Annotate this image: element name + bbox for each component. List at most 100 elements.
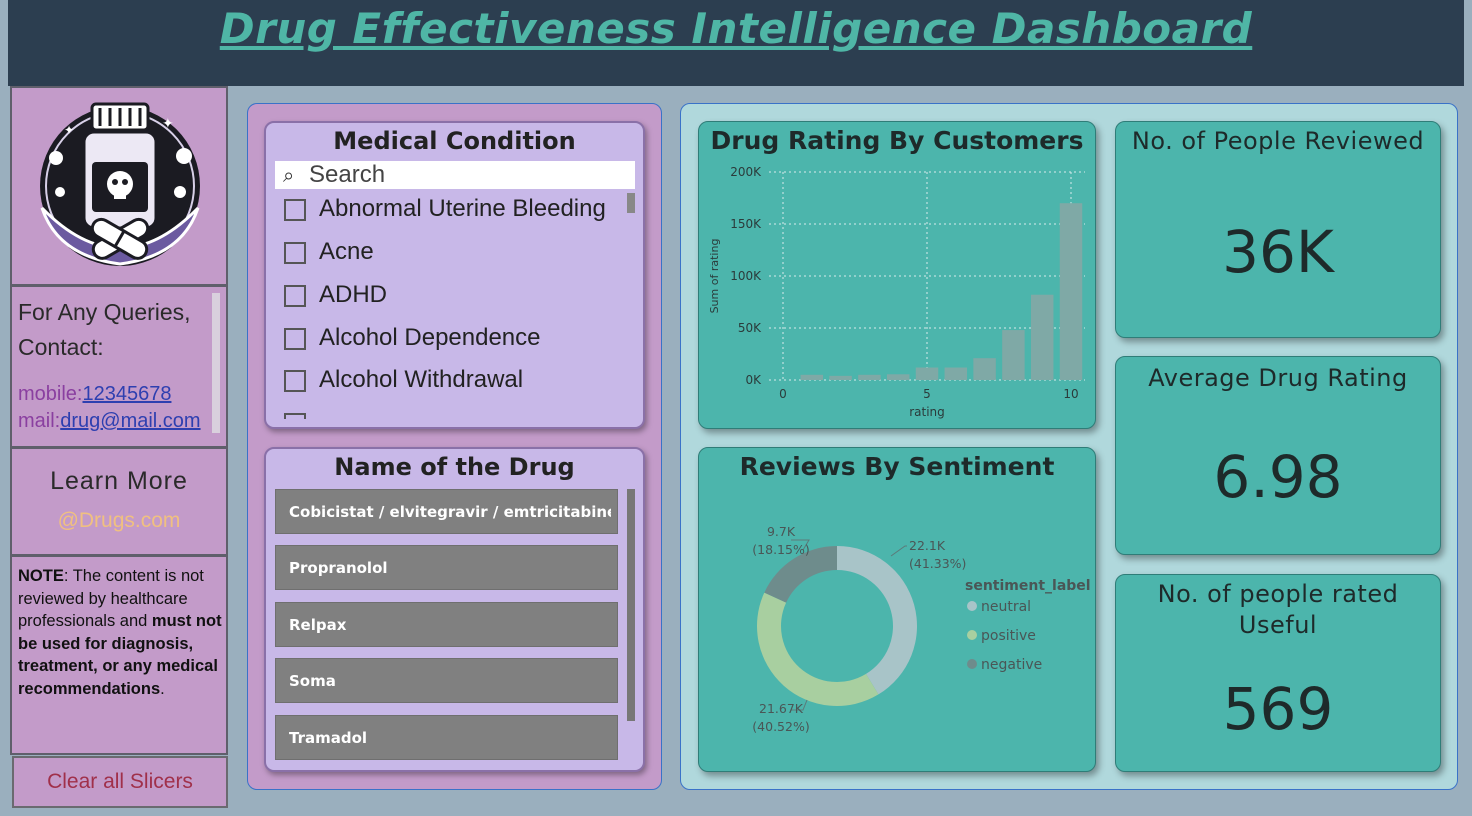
condition-item[interactable]: Alcohol Dependence xyxy=(284,324,624,358)
y-axis-label: Sum of rating xyxy=(708,239,721,314)
drug-label: Cobicistat / elvitegravir / emtricitabin… xyxy=(289,503,611,521)
header-bar: Drug Effectiveness Intelligence Dashboar… xyxy=(8,0,1464,86)
condition-label: Abnormal Uterine Bleeding xyxy=(319,195,606,222)
donut-slice-positive xyxy=(757,592,879,706)
svg-text:✦: ✦ xyxy=(64,123,74,137)
condition-list: Abnormal Uterine Bleeding Acne ADHD Alco… xyxy=(266,191,626,419)
donut-slice-neutral xyxy=(837,546,917,695)
legend-marker xyxy=(967,659,977,669)
contact-heading: For Any Queries, Contact: xyxy=(18,299,191,360)
drug-item[interactable]: Relpax xyxy=(275,602,618,647)
contact-panel: For Any Queries, Contact: mobile:1234567… xyxy=(10,285,228,448)
logo-panel: ✦ ✦ xyxy=(10,86,228,286)
x-tick-label: 0 xyxy=(779,387,787,401)
drug-name-slicer: Name of the Drug Cobicistat / elvitegrav… xyxy=(264,447,645,772)
bar xyxy=(1030,294,1054,380)
contact-scrollbar[interactable] xyxy=(212,293,220,433)
note-panel: NOTE: The content is not reviewed by hea… xyxy=(10,555,228,755)
mail-label: mail: xyxy=(18,410,61,432)
checkbox[interactable] xyxy=(284,285,306,307)
condition-item-partial[interactable] xyxy=(284,409,624,419)
search-placeholder: Search xyxy=(309,161,386,188)
bar xyxy=(829,375,852,380)
clear-slicers-button[interactable]: Clear all Slicers xyxy=(12,756,228,808)
condition-search-input[interactable]: ⌕ Search xyxy=(275,161,635,189)
x-tick-label: 5 xyxy=(923,387,931,401)
mobile-line: mobile:12345678 xyxy=(18,383,171,406)
legend-marker xyxy=(967,630,977,640)
condition-item[interactable]: ADHD xyxy=(284,281,624,315)
legend-title: sentiment_label xyxy=(965,578,1091,594)
sentiment-donut-chart: 22.1K (41.33%) 21.67K (40.52%) 9.7K (18.15%) s… xyxy=(752,524,1091,734)
kpi-label: Average Drug Rating xyxy=(1148,364,1408,392)
drug-name-title: Name of the Drug xyxy=(334,453,575,481)
bar xyxy=(1002,330,1025,380)
y-tick-label: 0K xyxy=(745,373,762,387)
checkbox[interactable] xyxy=(284,242,306,264)
search-icon: ⌕ xyxy=(283,163,295,187)
data-label-value: 9.7K xyxy=(767,524,796,539)
condition-label: ADHD xyxy=(319,281,388,308)
mobile-link[interactable]: 12345678 xyxy=(82,383,171,405)
condition-item[interactable]: Alcohol Withdrawal xyxy=(284,366,624,400)
drugs-com-link[interactable]: @Drugs.com xyxy=(12,509,226,533)
learn-more-panel: Learn More @Drugs.com xyxy=(10,447,228,556)
data-label-value: 21.67K xyxy=(759,701,804,716)
kpi-people-reviewed: No. of People Reviewed 36K xyxy=(1115,121,1441,338)
x-tick-label: 10 xyxy=(1063,387,1078,401)
mobile-label: mobile: xyxy=(18,383,83,405)
checkbox[interactable] xyxy=(284,413,306,419)
kpi-label: No. of People Reviewed xyxy=(1131,127,1425,155)
drug-label: Relpax xyxy=(289,616,347,634)
bar xyxy=(1059,203,1083,380)
checkbox[interactable] xyxy=(284,199,306,221)
drug-scrollbar[interactable] xyxy=(627,489,635,721)
medical-condition-title: Medical Condition xyxy=(333,127,576,155)
kpi-rated-useful: No. of people rated Useful 569 xyxy=(1115,574,1441,772)
drug-label: Soma xyxy=(289,672,336,690)
y-tick-label: 100K xyxy=(730,269,762,283)
condition-item[interactable]: Abnormal Uterine Bleeding xyxy=(284,195,624,229)
data-label-percent: (18.15%) xyxy=(752,542,809,557)
leader-line xyxy=(890,545,907,557)
mail-line: mail:drug@mail.com xyxy=(18,410,201,433)
clear-slicers-label: Clear all Slicers xyxy=(47,770,193,793)
data-label-percent: (40.52%) xyxy=(752,719,809,734)
drug-item[interactable]: Propranolol xyxy=(275,545,618,590)
condition-scrollbar[interactable] xyxy=(627,193,635,213)
condition-label: Alcohol Dependence xyxy=(319,324,541,351)
disclaimer-note: NOTE: The content is not reviewed by hea… xyxy=(18,565,224,700)
bar xyxy=(800,374,824,380)
kpi-average-rating: Average Drug Rating 6.98 xyxy=(1115,356,1441,555)
checkbox[interactable] xyxy=(284,370,306,392)
medical-condition-slicer: Medical Condition ⌕ Search Abnormal Uter… xyxy=(264,121,645,429)
learn-more-heading: Learn More xyxy=(50,467,188,495)
svg-text:✦: ✦ xyxy=(162,116,174,132)
kpi-value: 569 xyxy=(1222,675,1334,743)
legend-marker xyxy=(967,601,977,611)
drug-bottle-logo: ✦ ✦ xyxy=(40,102,200,266)
mail-link[interactable]: drug@mail.com xyxy=(60,410,200,432)
condition-label: Alcohol Withdrawal xyxy=(319,366,524,393)
data-label-value: 22.1K xyxy=(909,538,946,553)
kpi-label-line1: No. of people rated xyxy=(1157,580,1399,608)
rating-chart-card: Drug Rating By Customers 0K 50K 100K 150K 20… xyxy=(698,121,1096,429)
bar xyxy=(858,374,881,380)
drug-item[interactable]: Soma xyxy=(275,658,618,703)
drug-item[interactable]: Cobicistat / elvitegravir / emtricitabin… xyxy=(275,489,618,534)
sentiment-chart-card: Reviews By Sentiment 22.1K (41.33%) 21.67K… xyxy=(698,447,1096,772)
kpi-value: 36K xyxy=(1222,218,1334,286)
note-end: . xyxy=(160,679,165,698)
legend-item: neutral xyxy=(981,599,1031,615)
legend-item: positive xyxy=(981,628,1036,644)
y-tick-label: 150K xyxy=(730,217,762,231)
drug-label: Tramadol xyxy=(289,729,368,747)
bar xyxy=(944,367,968,380)
legend-item: negative xyxy=(981,657,1042,673)
x-axis-label: rating xyxy=(909,405,945,419)
drug-item[interactable]: Tramadol xyxy=(275,715,618,760)
checkbox[interactable] xyxy=(284,328,306,350)
condition-item[interactable]: Acne xyxy=(284,238,624,272)
kpi-label-line2: Useful xyxy=(1238,611,1318,639)
kpi-value: 6.98 xyxy=(1213,443,1343,511)
